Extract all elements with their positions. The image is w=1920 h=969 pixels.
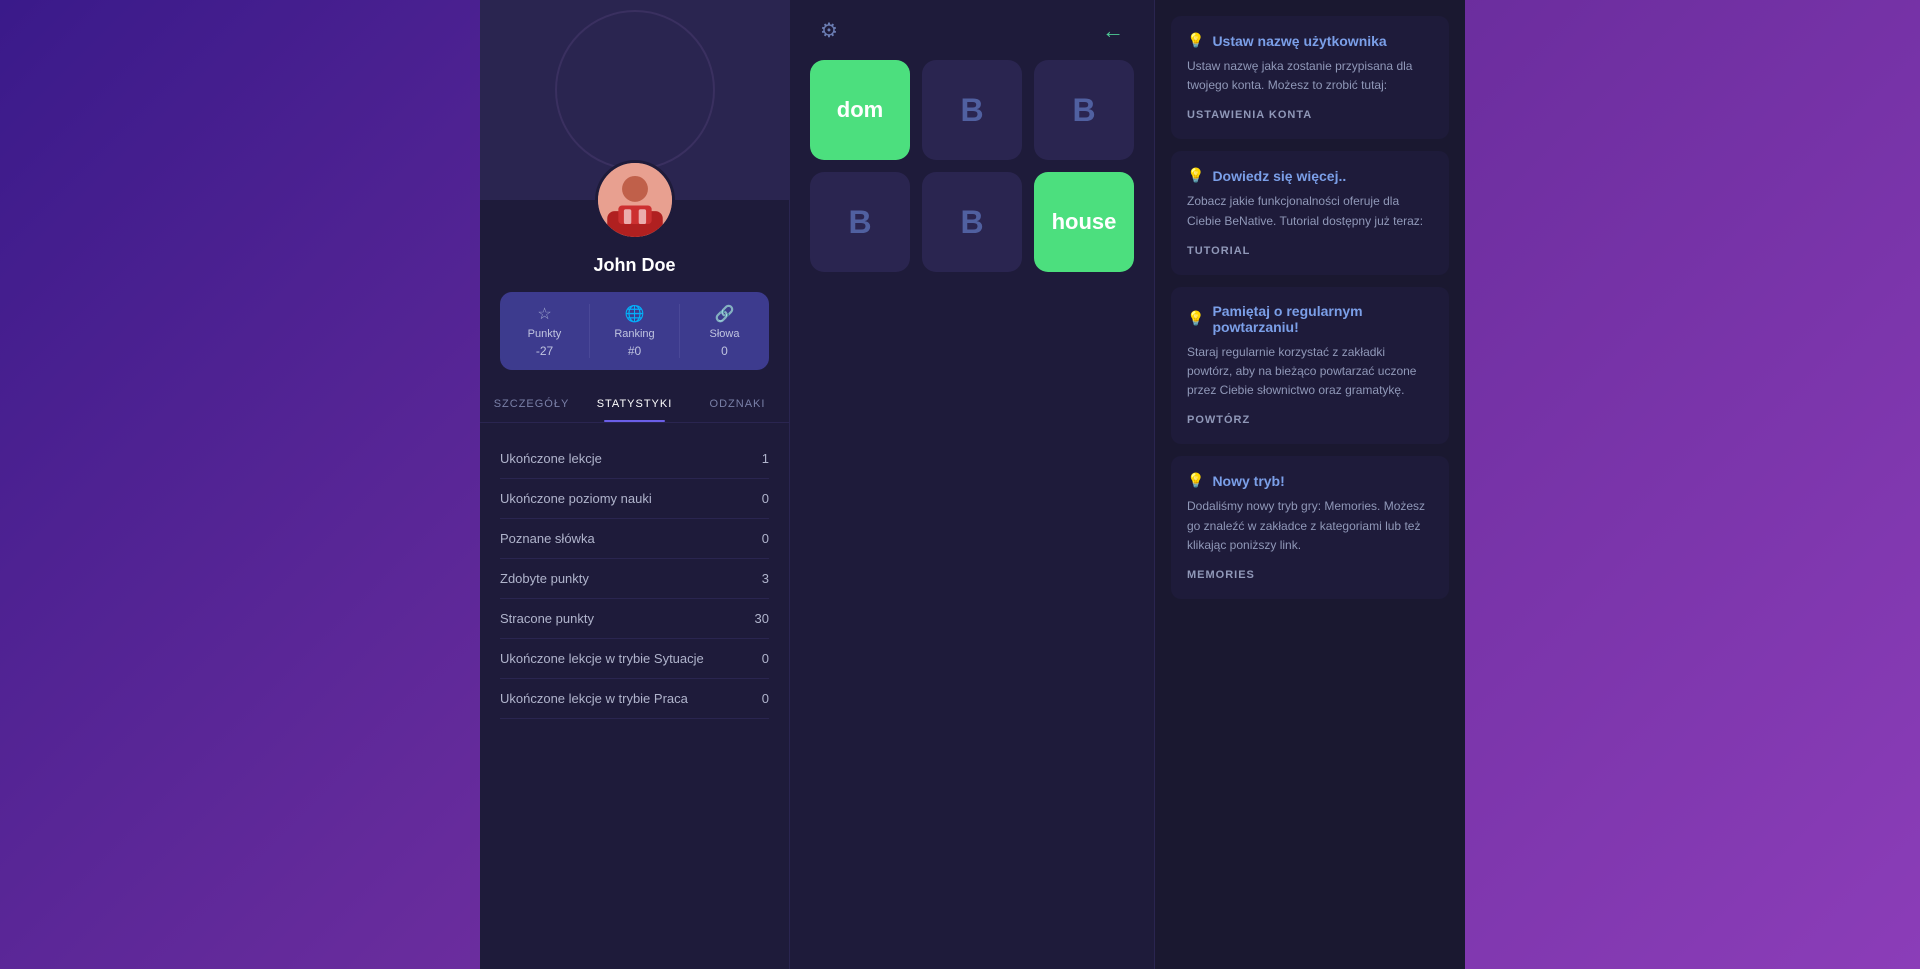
tip-link-0[interactable]: USTAWIENIA KONTA <box>1187 109 1312 121</box>
tip-link-1[interactable]: TUTORIAL <box>1187 245 1250 257</box>
avatar <box>595 160 675 240</box>
tab-statystyki[interactable]: STATYSTYKI <box>583 386 686 422</box>
tip-card-3: 💡 Nowy tryb! Dodaliśmy nowy tryb gry: Me… <box>1171 456 1449 599</box>
word-icon: 🔗 <box>715 304 735 324</box>
game-cell-3[interactable]: B <box>810 172 910 272</box>
stats-bar: ☆ Punkty -27 🌐 Ranking #0 🔗 Słowa 0 <box>500 292 769 370</box>
stat-label-3: Zdobyte punkty <box>500 571 589 586</box>
stat-row-0: Ukończone lekcje 1 <box>500 439 769 479</box>
tip-title-0: 💡 Ustaw nazwę użytkownika <box>1187 32 1433 49</box>
game-cell-5[interactable]: house <box>1034 172 1134 272</box>
game-cell-1[interactable]: B <box>922 60 1022 160</box>
tip-card-0: 💡 Ustaw nazwę użytkownika Ustaw nazwę ja… <box>1171 16 1449 139</box>
game-cell-4[interactable]: B <box>922 172 1022 272</box>
tip-title-3: 💡 Nowy tryb! <box>1187 472 1433 489</box>
tip-text-2: Staraj regularnie korzystać z zakładki p… <box>1187 343 1433 401</box>
stat-value-6: 0 <box>762 691 769 706</box>
bulb-icon-0: 💡 <box>1187 32 1204 49</box>
bulb-icon-3: 💡 <box>1187 472 1204 489</box>
stat-label-0: Ukończone lekcje <box>500 451 602 466</box>
tip-card-2: 💡 Pamiętaj o regularnym powtarzaniu! Sta… <box>1171 287 1449 445</box>
stat-row-3: Zdobyte punkty 3 <box>500 559 769 599</box>
stat-value-2: 0 <box>762 531 769 546</box>
tab-szczegoly[interactable]: SZCZEGÓŁY <box>480 386 583 422</box>
stat-row-5: Ukończone lekcje w trybie Sytuacje 0 <box>500 639 769 679</box>
game-grid: dom B B B B house <box>810 60 1134 272</box>
main-container: John Doe ☆ Punkty -27 🌐 Ranking #0 🔗 Sło… <box>480 0 1440 969</box>
statistics-list: Ukończone lekcje 1 Ukończone poziomy nau… <box>480 439 789 719</box>
bulb-icon-1: 💡 <box>1187 167 1204 184</box>
stat-row-6: Ukończone lekcje w trybie Praca 0 <box>500 679 769 719</box>
stat-label-4: Stracone punkty <box>500 611 594 626</box>
tip-link-3[interactable]: MEMORIES <box>1187 569 1255 581</box>
stat-label-5: Ukończone lekcje w trybie Sytuacje <box>500 651 704 666</box>
tip-text-1: Zobacz jakie funkcjonalności oferuje dla… <box>1187 192 1433 230</box>
tip-text-3: Dodaliśmy nowy tryb gry: Memories. Możes… <box>1187 497 1433 555</box>
tip-title-2: 💡 Pamiętaj o regularnym powtarzaniu! <box>1187 303 1433 335</box>
profile-header <box>480 0 789 200</box>
gear-icon[interactable]: ⚙ <box>820 18 838 44</box>
tip-link-2[interactable]: POWTÓRZ <box>1187 414 1250 426</box>
stat-ranking: 🌐 Ranking #0 <box>590 304 680 358</box>
tip-card-1: 💡 Dowiedz się więcej.. Zobacz jakie funk… <box>1171 151 1449 274</box>
stat-slowa-label: Słowa <box>710 328 740 340</box>
stat-value-0: 1 <box>762 451 769 466</box>
middle-panel: ⚙ ← dom B B B B house <box>790 0 1155 969</box>
stat-punkty: ☆ Punkty -27 <box>500 304 590 358</box>
stat-value-3: 3 <box>762 571 769 586</box>
game-cell-2[interactable]: B <box>1034 60 1134 160</box>
tabs-row: SZCZEGÓŁY STATYSTYKI ODZNAKI <box>480 386 789 423</box>
stat-value-1: 0 <box>762 491 769 506</box>
profile-name: John Doe <box>593 255 675 276</box>
stat-label-2: Poznane słówka <box>500 531 595 546</box>
tip-text-0: Ustaw nazwę jaka zostanie przypisana dla… <box>1187 57 1433 95</box>
stat-value-4: 30 <box>755 611 769 626</box>
star-icon: ☆ <box>537 304 551 324</box>
stat-slowa-value: 0 <box>721 344 728 358</box>
stat-punkty-label: Punkty <box>528 328 562 340</box>
avatar-container <box>595 160 675 240</box>
stat-value-5: 0 <box>762 651 769 666</box>
back-icon[interactable]: ← <box>1102 18 1124 44</box>
globe-icon: 🌐 <box>625 304 645 324</box>
stat-punkty-value: -27 <box>536 344 553 358</box>
bulb-icon-2: 💡 <box>1187 310 1204 327</box>
right-panel: 💡 Ustaw nazwę użytkownika Ustaw nazwę ja… <box>1155 0 1465 969</box>
circle-decoration <box>555 10 715 170</box>
stat-ranking-value: #0 <box>628 344 641 358</box>
tip-title-1: 💡 Dowiedz się więcej.. <box>1187 167 1433 184</box>
stat-label-6: Ukończone lekcje w trybie Praca <box>500 691 688 706</box>
stat-ranking-label: Ranking <box>614 328 654 340</box>
left-panel: John Doe ☆ Punkty -27 🌐 Ranking #0 🔗 Sło… <box>480 0 790 969</box>
game-cell-0[interactable]: dom <box>810 60 910 160</box>
stat-row-4: Stracone punkty 30 <box>500 599 769 639</box>
header-icons: ⚙ ← <box>790 18 1154 44</box>
stat-slowa: 🔗 Słowa 0 <box>680 304 769 358</box>
stat-row-2: Poznane słówka 0 <box>500 519 769 559</box>
tab-odznaki[interactable]: ODZNAKI <box>686 386 789 422</box>
stat-label-1: Ukończone poziomy nauki <box>500 491 652 506</box>
stat-row-1: Ukończone poziomy nauki 0 <box>500 479 769 519</box>
